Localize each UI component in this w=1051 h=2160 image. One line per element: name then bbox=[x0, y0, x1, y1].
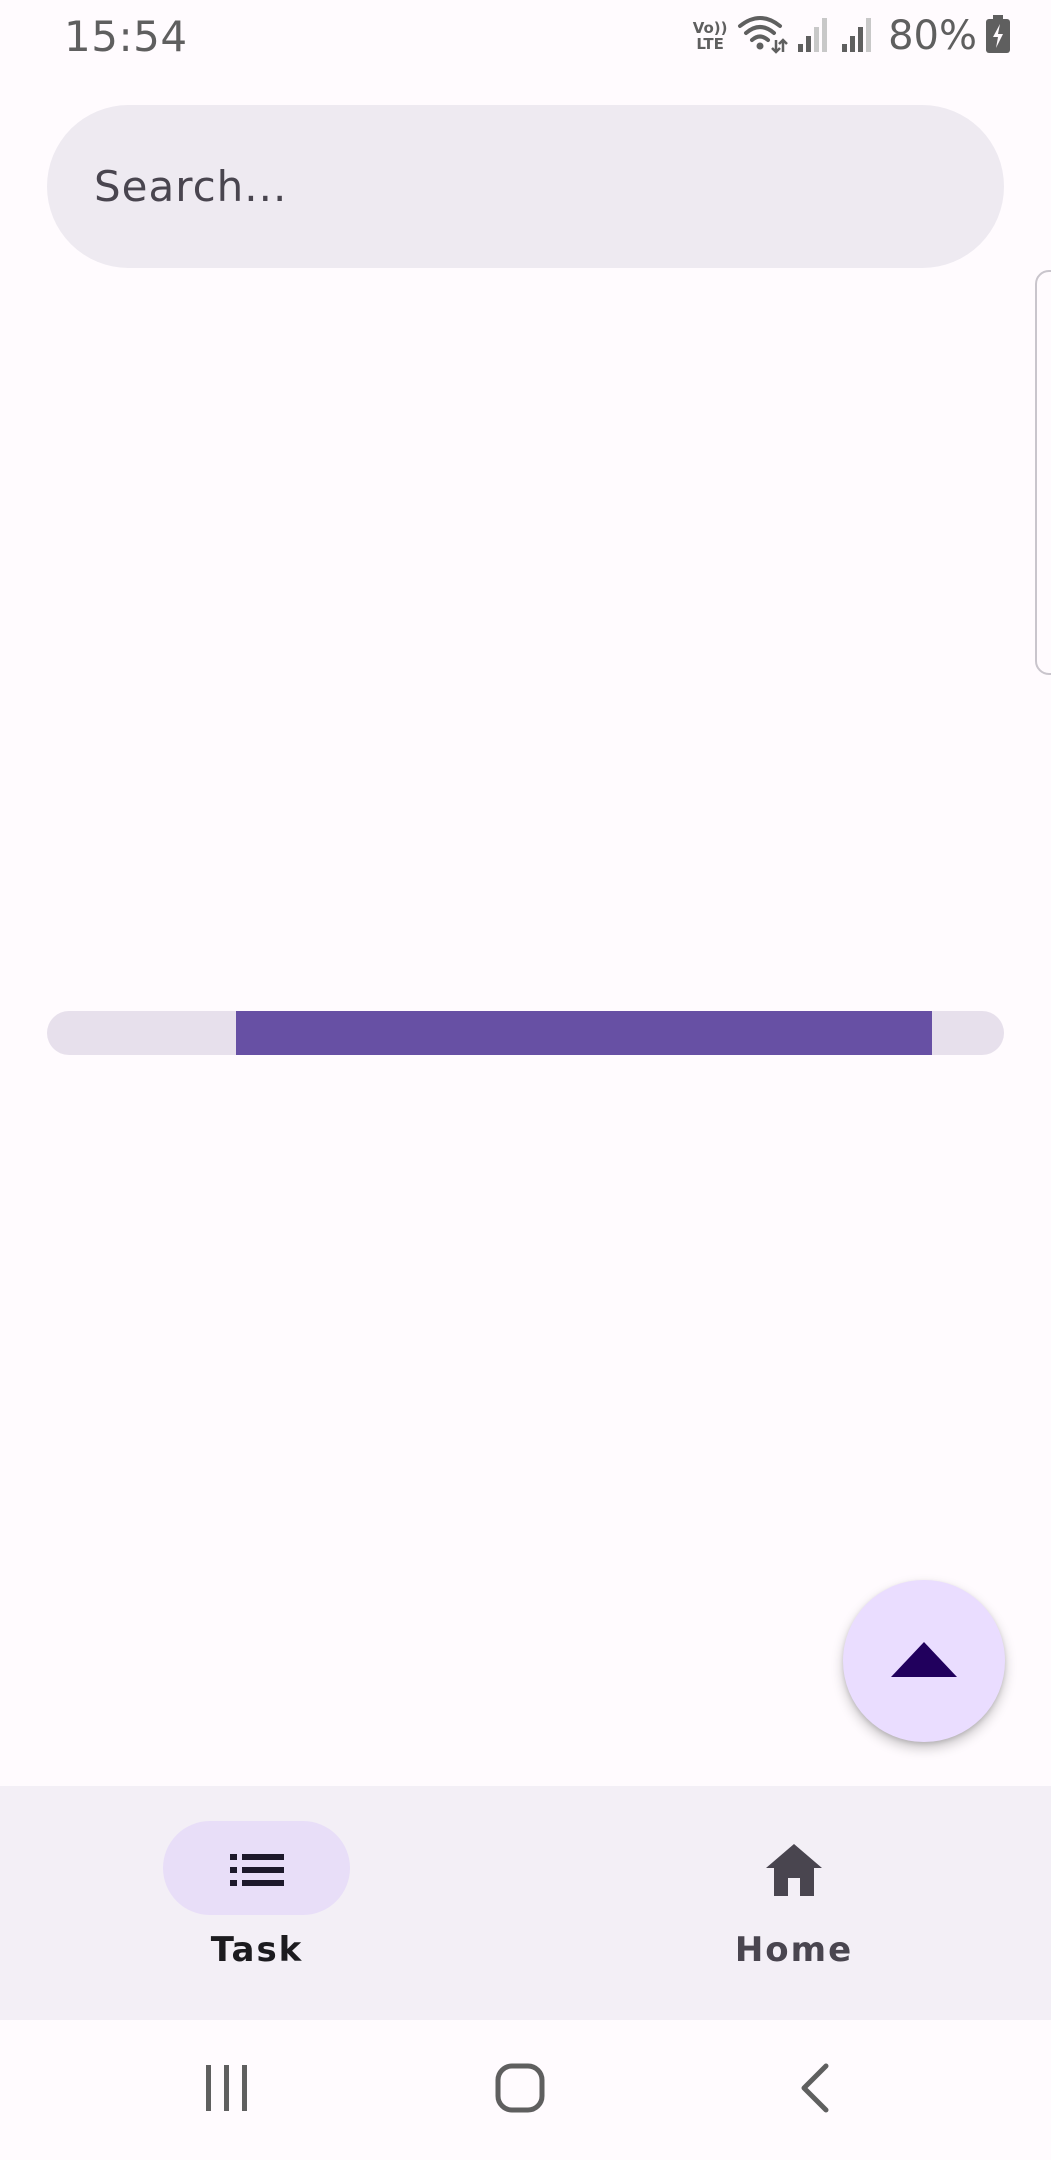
system-navigation-bar bbox=[0, 2020, 1051, 2160]
home-circle-icon bbox=[494, 2062, 546, 2118]
status-bar: 15:54 Vo)) LTE 80% bbox=[0, 0, 1051, 72]
back-button[interactable] bbox=[775, 2050, 855, 2130]
signal-icon-1 bbox=[796, 14, 832, 58]
status-icons: Vo)) LTE 80% bbox=[692, 12, 1011, 60]
search-bar[interactable] bbox=[47, 105, 1004, 268]
status-time: 15:54 bbox=[64, 12, 188, 61]
scroll-up-fab[interactable] bbox=[843, 1580, 1005, 1742]
battery-percent: 80% bbox=[888, 13, 977, 59]
recents-icon bbox=[204, 2063, 250, 2117]
nav-label-task: Task bbox=[210, 1930, 304, 1970]
volte-indicator: Vo)) LTE bbox=[692, 20, 728, 52]
list-icon bbox=[217, 1830, 297, 1910]
wifi-icon bbox=[736, 12, 788, 60]
signal-icon-2 bbox=[840, 14, 876, 58]
progress-indicator bbox=[236, 1011, 932, 1055]
bottom-navigation: Task Home bbox=[0, 1786, 1051, 2020]
back-chevron-icon bbox=[798, 2062, 832, 2118]
system-home-button[interactable] bbox=[480, 2050, 560, 2130]
volte-label-bottom: LTE bbox=[696, 35, 724, 53]
volte-label-top: Vo)) bbox=[692, 19, 728, 37]
nav-item-task[interactable]: Task bbox=[107, 1786, 407, 2020]
edge-panel-handle[interactable] bbox=[1035, 270, 1051, 675]
arrow-drop-up-icon bbox=[889, 1639, 959, 1683]
search-input[interactable] bbox=[94, 105, 954, 268]
nav-item-home[interactable]: Home bbox=[644, 1786, 944, 2020]
recents-button[interactable] bbox=[187, 2050, 267, 2130]
progress-track bbox=[47, 1011, 1004, 1055]
home-icon bbox=[754, 1830, 834, 1910]
battery-charging-icon bbox=[985, 14, 1011, 58]
nav-label-home: Home bbox=[734, 1930, 854, 1970]
